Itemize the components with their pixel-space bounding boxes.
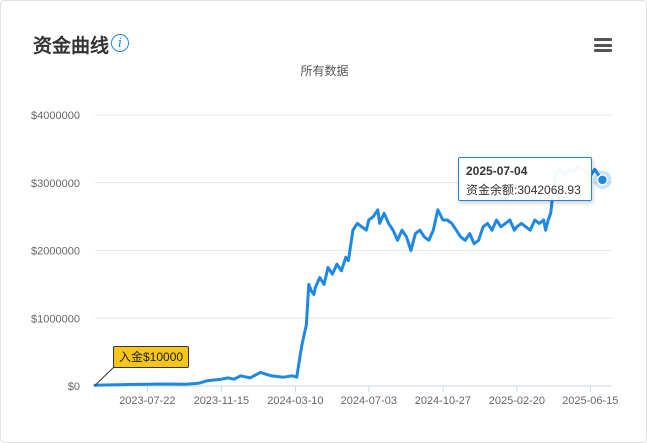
x-tick-label: 2023-11-15 xyxy=(194,395,249,407)
tooltip-value: 3042068.93 xyxy=(517,183,581,197)
x-tick-label: 2025-06-15 xyxy=(562,395,618,407)
equity-line-chart: $0 $1000000 $2000000 $3000000 $4000000 2023-0… xyxy=(31,110,618,407)
deposit-flag-pointer xyxy=(94,365,116,386)
x-tick-label: 2025-02-20 xyxy=(489,395,545,407)
y-tick-label: $1000000 xyxy=(31,313,80,325)
tooltip-value-row: 资金余额:3042068.93 xyxy=(466,181,591,198)
x-tick-label: 2024-07-03 xyxy=(341,395,397,407)
tooltip-date: 2025-07-04 xyxy=(466,164,528,178)
deposit-flag-label: 入金$10000 xyxy=(113,346,190,368)
x-tick-label: 2023-07-22 xyxy=(119,395,175,407)
x-tick-label: 2024-03-10 xyxy=(267,395,323,407)
x-tick-label: 2024-10-27 xyxy=(415,395,471,407)
y-tick-label: $2000000 xyxy=(31,246,80,258)
y-tick-label: $0 xyxy=(68,381,80,393)
hover-point-marker xyxy=(596,174,609,186)
y-tick-label: $3000000 xyxy=(31,178,80,190)
data-tooltip: 2025-07-04 资金余额:3042068.93 xyxy=(458,157,592,201)
tooltip-label: 资金余额: xyxy=(466,183,518,197)
y-tick-label: $4000000 xyxy=(31,110,80,122)
